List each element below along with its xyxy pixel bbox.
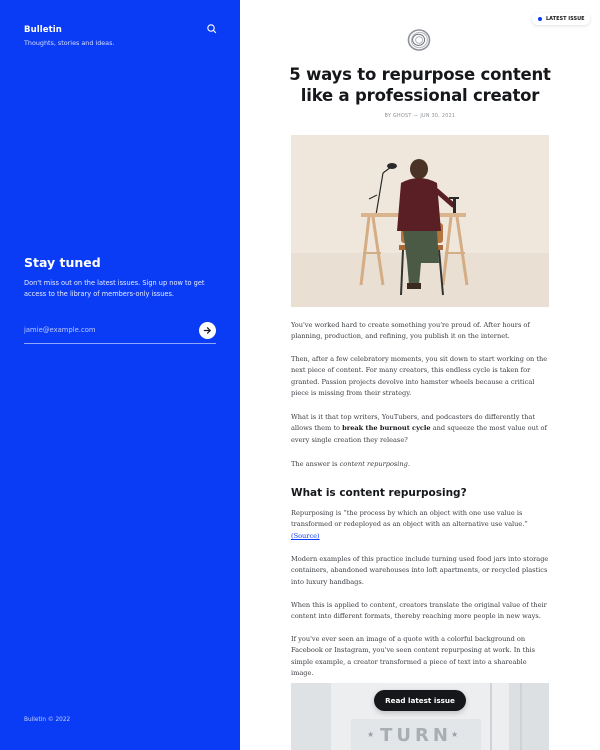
article-paragraph: Modern examples of this practice include… [291, 555, 549, 586]
subscribe-title: Stay tuned [24, 255, 101, 270]
post-title: 5 ways to repurpose content like a profe… [289, 65, 551, 105]
article-paragraph: The answer is content repurposing. [291, 459, 551, 470]
turn-sign-text: TURN [380, 725, 452, 746]
paragraph-text: Repurposing is “the process by which an … [291, 509, 528, 529]
paragraph-text: The answer is [291, 460, 340, 468]
subscribe-description: Don't miss out on the latest issues. Sig… [24, 279, 205, 298]
hero-image [291, 135, 549, 307]
article-paragraph: What is it that top writers, YouTubers, … [291, 412, 551, 446]
latest-issue-badge[interactable]: LATEST ISSUE [532, 13, 590, 25]
ghost-logo-icon [407, 29, 431, 51]
article-paragraph: If you've ever seen an image of a quote … [291, 635, 536, 678]
article-paragraph: You've worked hard to create something y… [291, 321, 530, 341]
paragraph-text: . [407, 460, 410, 468]
svg-text:★: ★ [451, 730, 458, 739]
svg-text:★: ★ [367, 730, 374, 739]
sidebar-footer: Bulletin © 2022 [24, 717, 71, 723]
emphasis-text: content repurposing [339, 460, 408, 468]
site-tagline: Thoughts, stories and ideas. [24, 39, 115, 47]
section-heading: What is content repurposing? [291, 487, 467, 499]
subscribe-form [24, 320, 216, 344]
bold-text: break the burnout cycle [342, 424, 431, 433]
article-paragraph: Then, after a few celebratory moments, y… [291, 355, 548, 398]
arrow-right-icon [203, 327, 211, 334]
article-paragraph: Repurposing is “the process by which an … [291, 508, 551, 542]
article-paragraph: When this is applied to content, creator… [291, 601, 547, 621]
source-link[interactable]: (Source) [291, 532, 320, 540]
latest-issue-label: LATEST ISSUE [546, 16, 585, 22]
artist-at-easel-illustration [291, 135, 549, 307]
main-content: LATEST ISSUE 5 ways to repurpose content… [240, 0, 600, 750]
search-button[interactable] [206, 23, 218, 35]
status-dot [538, 17, 542, 21]
read-latest-issue-button[interactable]: Read latest issue [374, 690, 466, 711]
site-brand[interactable]: Bulletin [24, 25, 62, 35]
email-input[interactable] [24, 322, 189, 338]
search-icon [207, 24, 217, 34]
sidebar: Bulletin Thoughts, stories and ideas. St… [0, 0, 240, 750]
post-meta: BY GHOST — JUN 30, 2021 [384, 114, 456, 119]
subscribe-submit-button[interactable] [199, 322, 216, 339]
